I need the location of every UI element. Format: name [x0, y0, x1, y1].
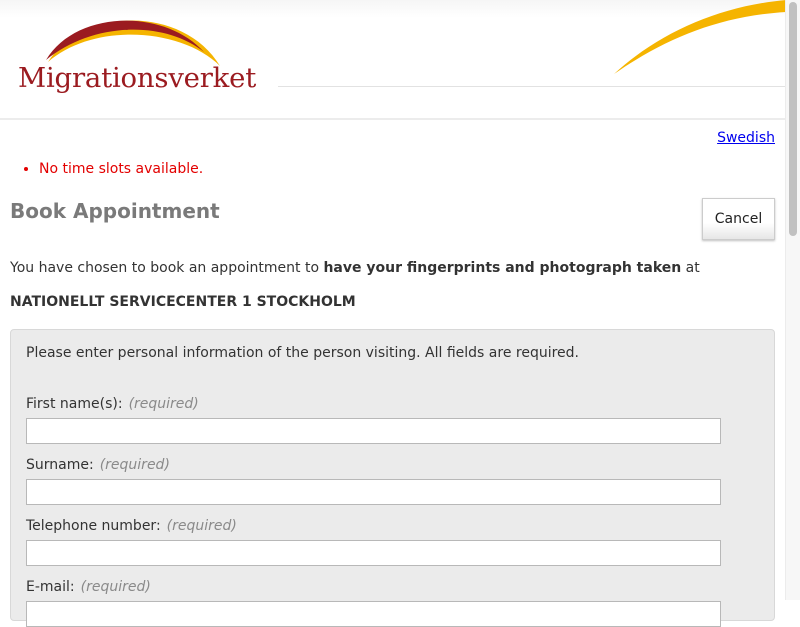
intro-prefix: You have chosen to book an appointment t…	[10, 260, 324, 276]
surname-label: Surname:	[26, 457, 94, 473]
error-messages: No time slots available.	[22, 161, 203, 177]
surname-field: Surname: (required)	[26, 457, 721, 505]
intro-text: You have chosen to book an appointment t…	[10, 260, 700, 276]
decorative-arc-icon	[614, 0, 786, 74]
required-hint: (required)	[128, 396, 199, 412]
email-field: E-mail: (required)	[26, 579, 721, 627]
scrollbar-thumb[interactable]	[789, 2, 797, 236]
required-hint: (required)	[166, 518, 237, 534]
site-header: Migrationsverket	[0, 0, 786, 120]
surname-input[interactable]	[26, 479, 721, 505]
page-title: Book Appointment	[10, 199, 220, 223]
first-name-label: First name(s):	[26, 396, 123, 412]
first-name-input[interactable]	[26, 418, 721, 444]
required-hint: (required)	[99, 457, 170, 473]
intro-suffix: at	[681, 260, 700, 276]
cancel-button[interactable]: Cancel	[702, 198, 775, 240]
header-divider	[278, 86, 786, 87]
email-input[interactable]	[26, 601, 721, 627]
error-message: No time slots available.	[39, 161, 203, 177]
telephone-label: Telephone number:	[26, 518, 161, 534]
telephone-input[interactable]	[26, 540, 721, 566]
telephone-field: Telephone number: (required)	[26, 518, 721, 566]
language-switch-link[interactable]: Swedish	[717, 130, 775, 146]
required-hint: (required)	[80, 579, 151, 595]
vertical-scrollbar[interactable]	[785, 0, 800, 600]
logo-text: Migrationsverket	[18, 62, 257, 94]
migrationsverket-logo[interactable]: Migrationsverket	[14, 12, 257, 102]
personal-info-form: Please enter personal information of the…	[10, 329, 775, 627]
intro-service: have your fingerprints and photograph ta…	[323, 260, 682, 276]
email-label: E-mail:	[26, 579, 75, 595]
first-name-field: First name(s): (required)	[26, 396, 721, 444]
service-location: NATIONELLT SERVICECENTER 1 STOCKHOLM	[10, 294, 356, 310]
form-instructions: Please enter personal information of the…	[26, 345, 579, 361]
